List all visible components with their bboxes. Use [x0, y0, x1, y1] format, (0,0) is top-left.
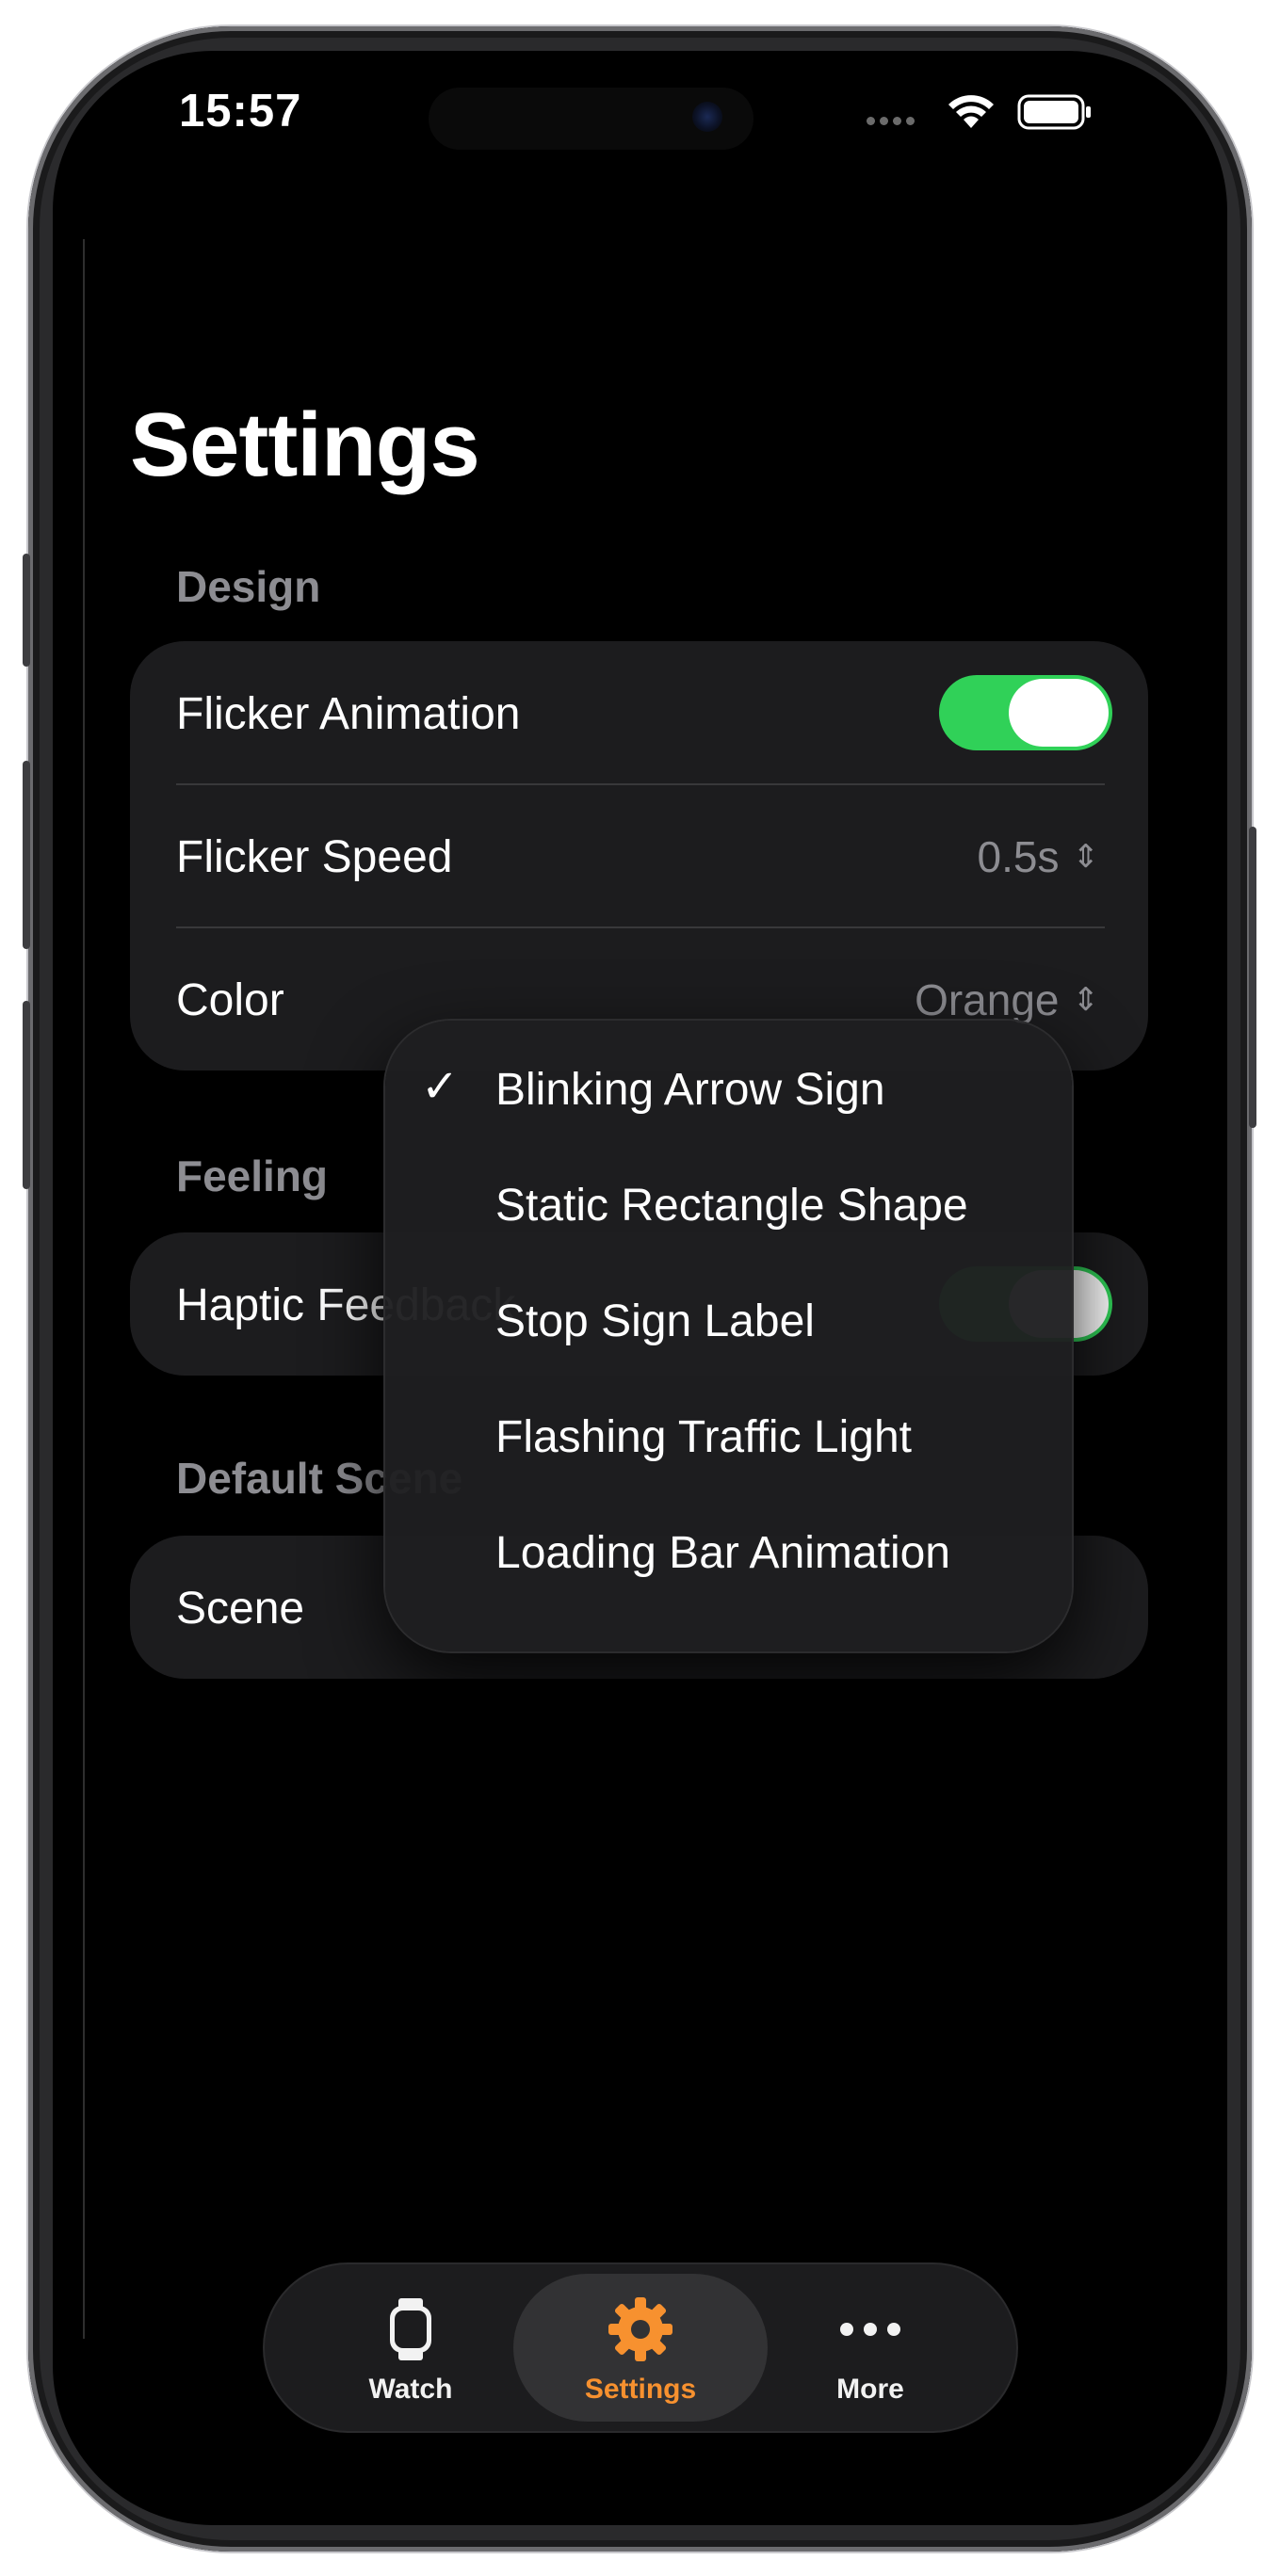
- menu-item-static-rectangle-shape[interactable]: Static Rectangle Shape: [385, 1148, 1072, 1263]
- front-camera: [692, 102, 722, 132]
- volume-down-button: [23, 1001, 30, 1189]
- tab-watch[interactable]: Watch: [284, 2274, 538, 2422]
- status-icons: [867, 90, 1093, 137]
- wifi-icon: [948, 95, 994, 128]
- color-picker[interactable]: Orange ⇕: [915, 974, 1099, 1025]
- chevron-up-down-icon: ⇕: [1072, 982, 1100, 1018]
- toggle-knob: [1009, 679, 1109, 747]
- menu-item-label: Blinking Arrow Sign: [495, 1065, 885, 1115]
- menu-item-label: Static Rectangle Shape: [495, 1181, 968, 1231]
- battery-icon: [1017, 94, 1091, 130]
- section-header-design: Design: [176, 562, 321, 611]
- menu-item-stop-sign-label[interactable]: Stop Sign Label: [385, 1264, 1072, 1378]
- section-header-feeling: Feeling: [176, 1151, 329, 1200]
- color-value: Orange: [915, 975, 1060, 1024]
- menu-item-loading-bar-animation[interactable]: Loading Bar Animation: [385, 1495, 1072, 1610]
- flicker-animation-toggle[interactable]: [939, 675, 1112, 750]
- action-button: [23, 554, 30, 667]
- menu-item-blinking-arrow-sign[interactable]: ✓ Blinking Arrow Sign: [385, 1032, 1072, 1147]
- menu-item-label: Flashing Traffic Light: [495, 1412, 913, 1462]
- flicker-speed-row[interactable]: Flicker Speed 0.5s ⇕: [130, 784, 1148, 927]
- flicker-animation-label: Flicker Animation: [176, 689, 521, 739]
- status-time: 15:57: [179, 86, 302, 137]
- screen-edge: [83, 239, 85, 2339]
- flicker-animation-row: Flicker Animation: [130, 641, 1148, 784]
- scene-label: Scene: [176, 1584, 305, 1634]
- cellular-signal-icon: [867, 113, 919, 130]
- scene-dropdown-menu: ✓ Blinking Arrow Sign Static Rectangle S…: [385, 1021, 1072, 1651]
- menu-item-label: Loading Bar Animation: [495, 1528, 950, 1578]
- flicker-speed-value: 0.5s: [977, 832, 1060, 881]
- design-card: Flicker Animation Flicker Speed 0.5s ⇕ C…: [130, 641, 1148, 1071]
- flicker-speed-label: Flicker Speed: [176, 832, 453, 882]
- tab-more[interactable]: More: [743, 2274, 997, 2422]
- gear-icon: [608, 2297, 672, 2361]
- tab-bar: Watch Settings More: [265, 2264, 1016, 2431]
- color-label: Color: [176, 975, 284, 1025]
- ellipsis-icon: [840, 2323, 900, 2336]
- volume-up-button: [23, 761, 30, 949]
- checkmark-icon: ✓: [421, 1062, 460, 1112]
- tab-label: Watch: [368, 2374, 453, 2405]
- menu-item-label: Stop Sign Label: [495, 1296, 815, 1346]
- tab-settings[interactable]: Settings: [513, 2274, 768, 2422]
- flicker-speed-picker[interactable]: 0.5s ⇕: [978, 831, 1099, 882]
- chevron-up-down-icon: ⇕: [1072, 839, 1100, 875]
- tab-label: More: [836, 2374, 904, 2405]
- menu-item-flashing-traffic-light[interactable]: Flashing Traffic Light: [385, 1379, 1072, 1494]
- page-title: Settings: [130, 394, 480, 495]
- watch-icon: [390, 2298, 431, 2360]
- tab-label: Settings: [584, 2374, 697, 2405]
- power-button: [1249, 827, 1256, 1128]
